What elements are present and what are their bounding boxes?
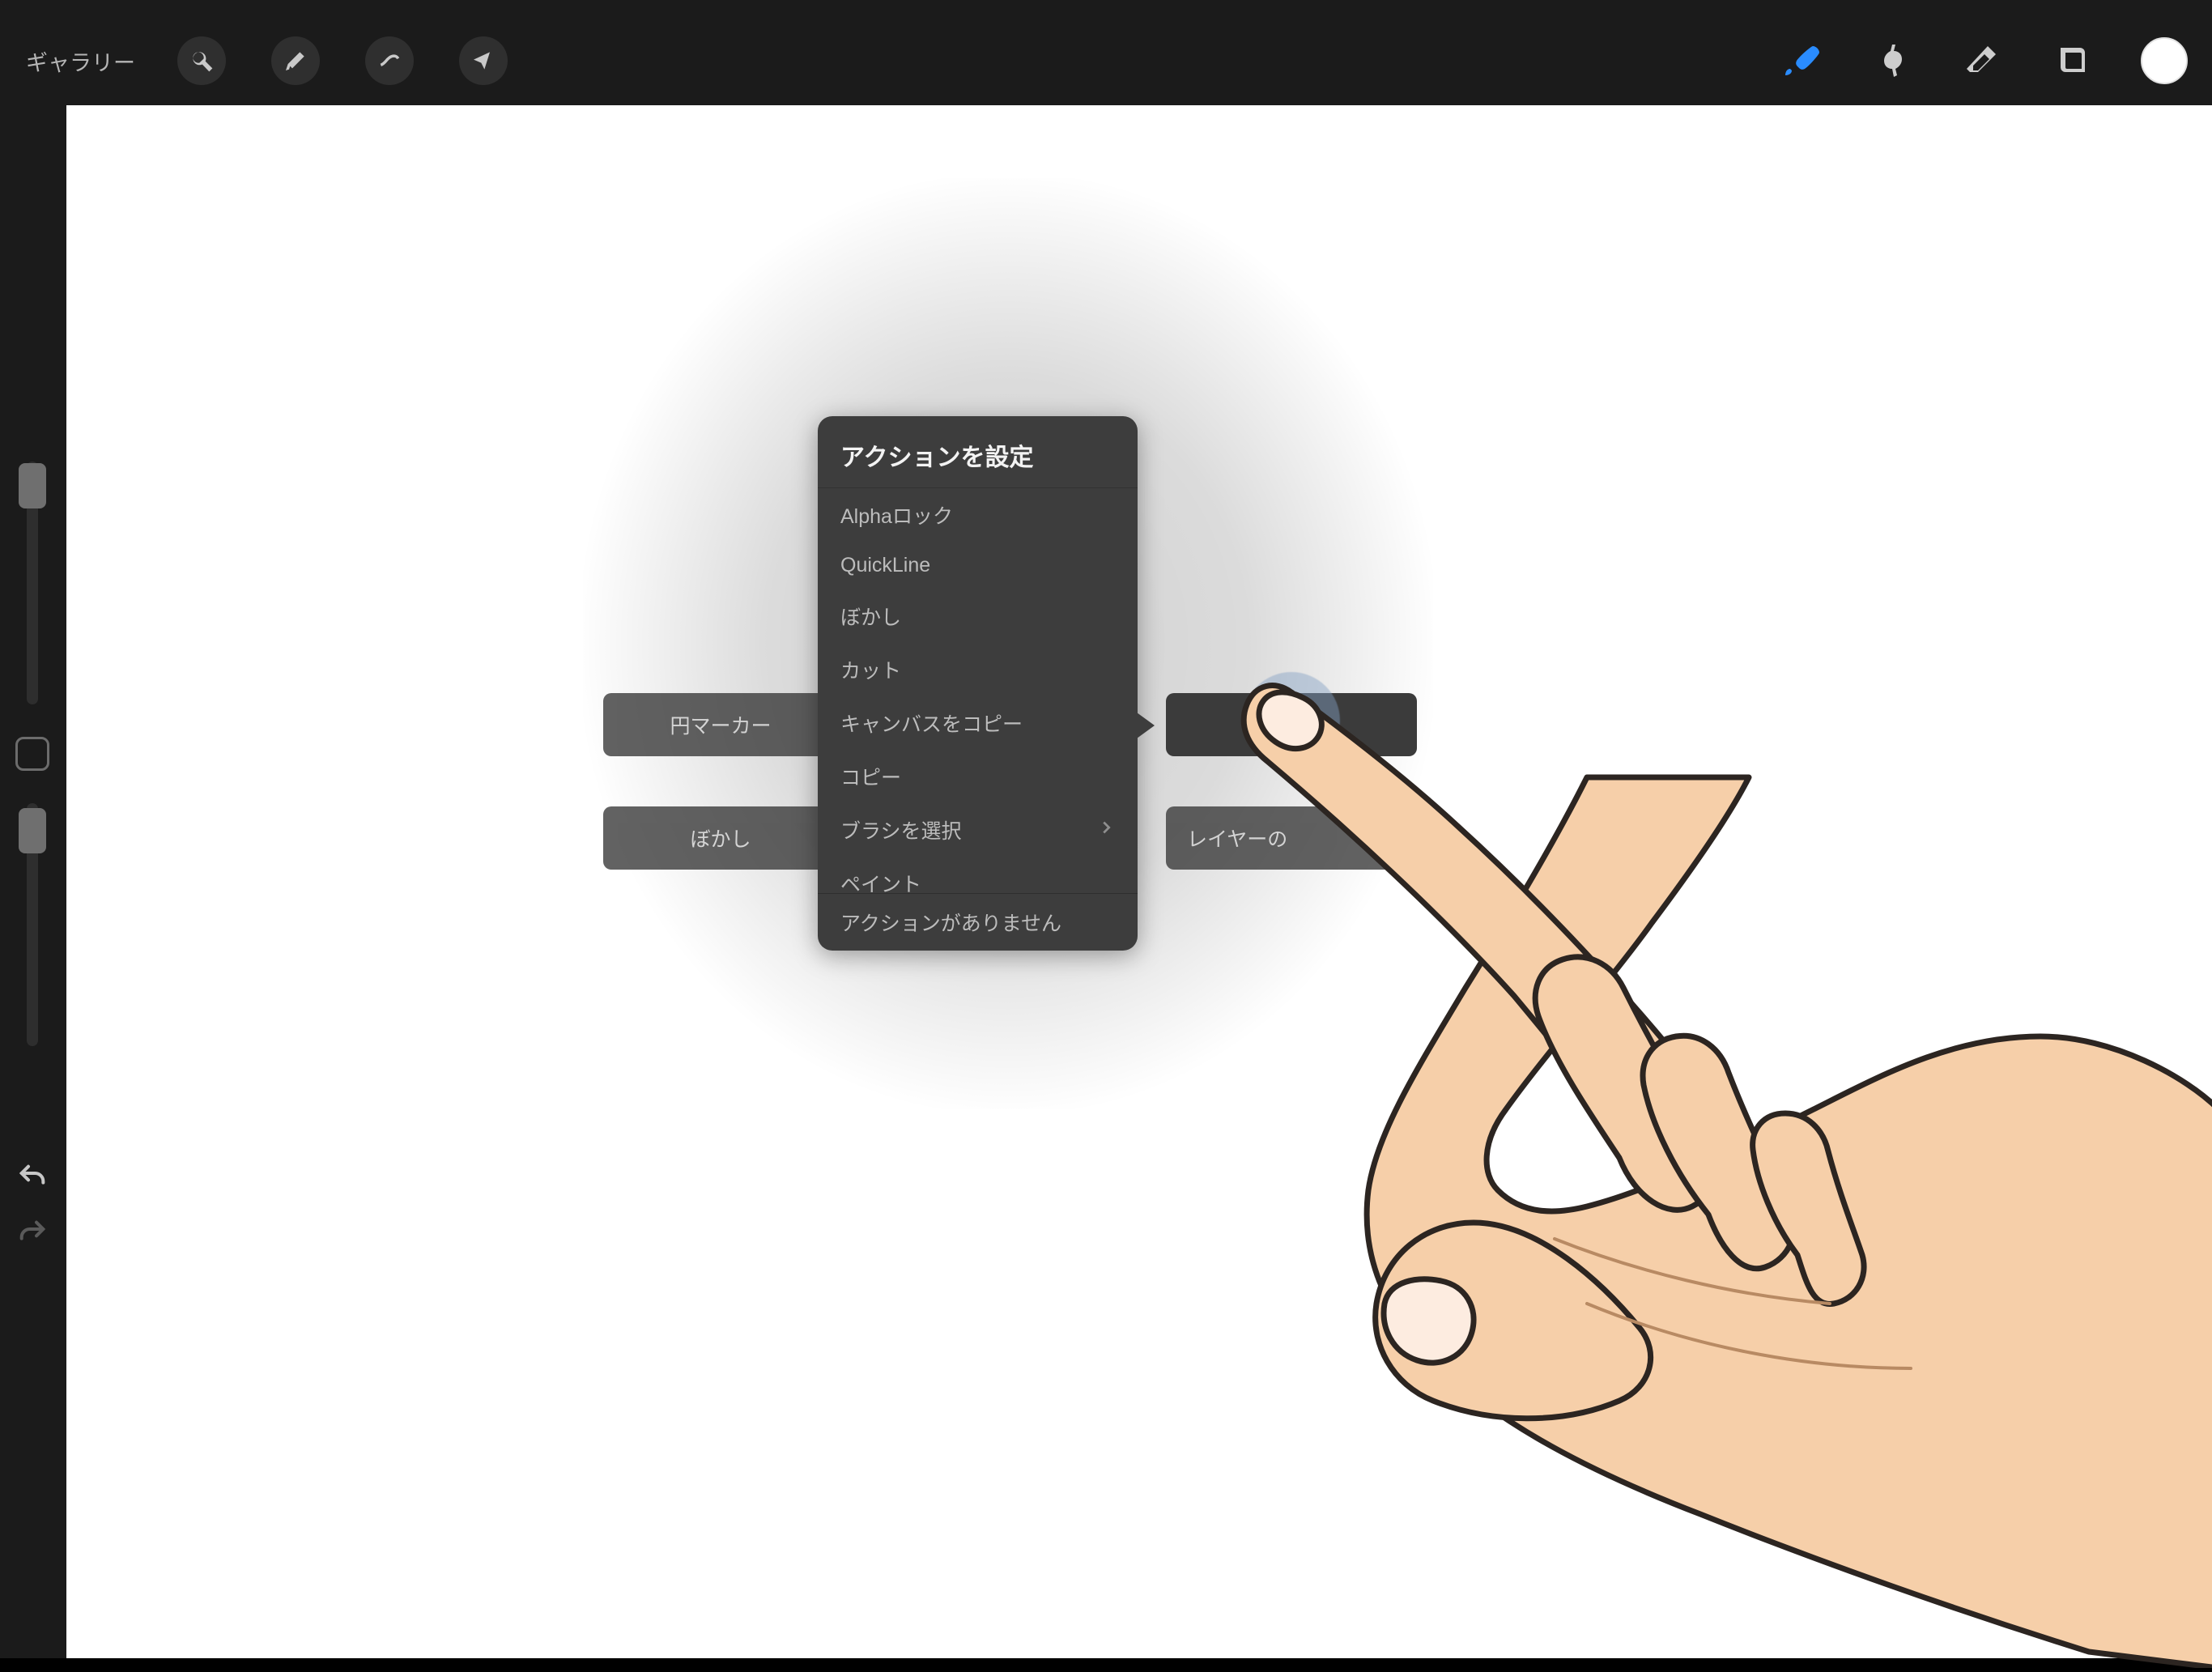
quickmenu-label: レイヤーの [1187, 823, 1287, 853]
opacity-thumb[interactable] [19, 808, 46, 853]
action-popup: アクションを設定 Alphaロック QuickLine ぼかし カット キャンバ… [818, 416, 1138, 951]
quickmenu-option-bottom-left[interactable]: ぼかし [603, 806, 838, 870]
transform-icon[interactable] [459, 36, 508, 85]
undo-icon[interactable] [16, 1161, 49, 1198]
canvas[interactable] [66, 105, 2212, 1658]
undo-redo-group [0, 1161, 65, 1253]
left-sidebar [0, 462, 65, 1046]
popup-footer[interactable]: アクションがありません [818, 893, 1138, 951]
layers-icon[interactable] [2050, 39, 2094, 83]
popup-item[interactable]: コピー [818, 750, 1138, 803]
opacity-slider[interactable] [27, 803, 38, 1046]
popup-item[interactable]: Alphaロック [818, 488, 1138, 542]
quickmenu-option-top-left[interactable]: 円マーカー [603, 693, 838, 756]
brush-icon[interactable] [1778, 39, 1822, 83]
modify-button[interactable] [15, 737, 49, 771]
popup-list[interactable]: Alphaロック QuickLine ぼかし カット キャンバスをコピー コピー… [818, 488, 1138, 893]
quickmenu-label: ぼかし [690, 823, 751, 853]
color-picker-button[interactable] [2141, 37, 2188, 84]
popup-item[interactable]: QuickLine [818, 542, 1138, 589]
popup-item[interactable]: キャンバスをコピー [818, 696, 1138, 750]
eraser-icon[interactable] [1959, 39, 2003, 83]
selection-icon[interactable] [365, 36, 414, 85]
toolbar-left-group [177, 36, 508, 85]
quickmenu-label: 円マーカー [670, 710, 771, 739]
adjustments-icon[interactable] [271, 36, 320, 85]
app-root: ギャラリー [0, 0, 2212, 1658]
quickmenu-option-bottom-right[interactable]: レイヤーの [1166, 806, 1417, 870]
popup-pointer [1137, 713, 1155, 738]
popup-item[interactable]: ブラシを選択 [818, 803, 1138, 857]
popup-item[interactable]: ペイント [818, 857, 1138, 893]
top-toolbar: ギャラリー [0, 24, 2212, 97]
gallery-button[interactable]: ギャラリー [16, 45, 145, 77]
redo-icon[interactable] [16, 1217, 49, 1253]
smudge-icon[interactable] [1869, 39, 1912, 83]
popup-item[interactable]: カット [818, 643, 1138, 696]
toolbar-right-group [1778, 37, 2188, 84]
touch-indicator [1243, 672, 1340, 769]
popup-title: アクションを設定 [818, 416, 1138, 488]
wrench-icon[interactable] [177, 36, 226, 85]
popup-item[interactable]: ぼかし [818, 589, 1138, 643]
chevron-right-icon [1097, 819, 1115, 842]
brush-size-slider[interactable] [27, 462, 38, 704]
brush-size-thumb[interactable] [19, 463, 46, 508]
